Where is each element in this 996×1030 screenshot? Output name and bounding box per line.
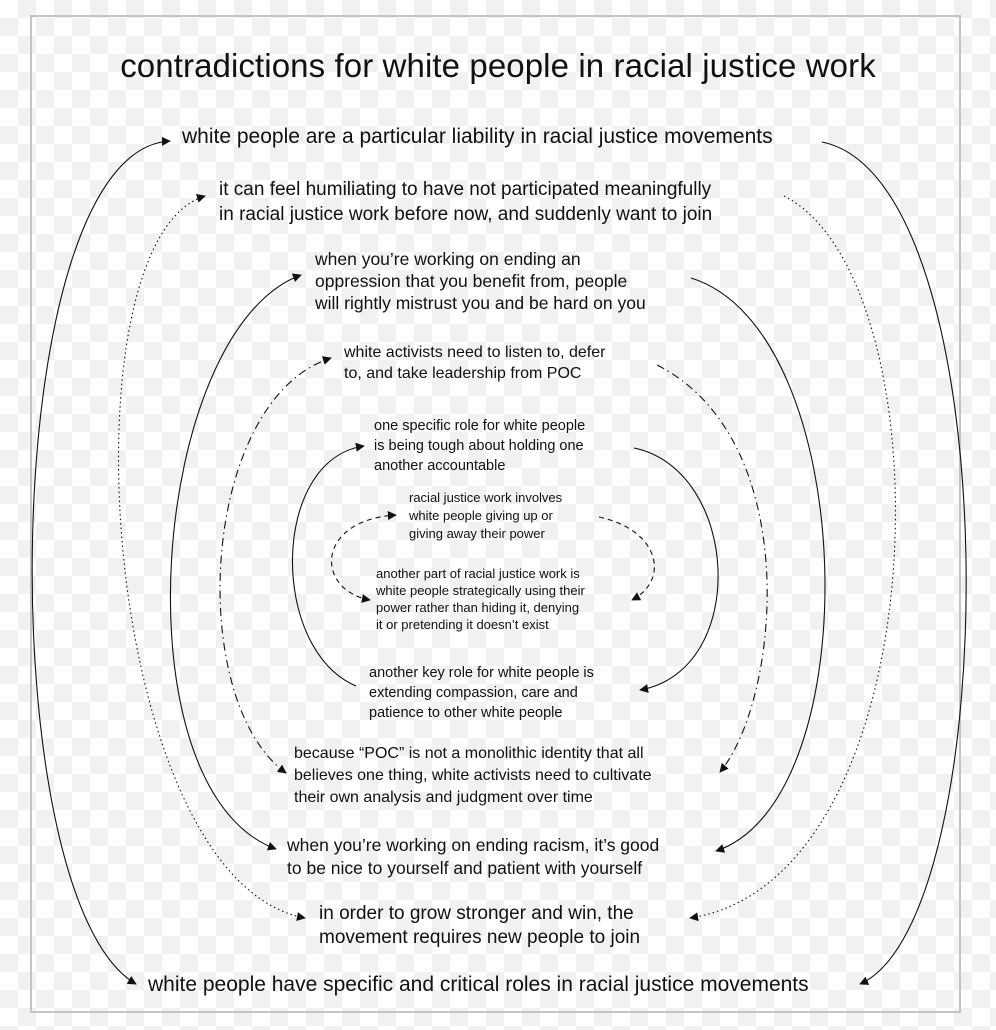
- arrow-left-3-10: [169, 273, 302, 851]
- arrow-right-2-11: [689, 195, 896, 922]
- statement-10: when you’re working on ending racism, it…: [287, 835, 660, 878]
- statement-4: white activists need to listen to, defer…: [344, 344, 606, 382]
- statement-12: white people have specific and critical …: [148, 973, 809, 996]
- statement-9: because “POC” is not a monolithic identi…: [294, 745, 652, 806]
- arrow-right-1-12: [821, 141, 967, 985]
- arrow-left-5-8: [291, 442, 365, 687]
- arrow-right-3-10: [690, 277, 826, 853]
- statement-7: another part of racial justice work is w…: [376, 566, 585, 632]
- statement-11: in order to grow stronger and win, the m…: [319, 903, 641, 948]
- statement-8: another key role for white people is ext…: [369, 665, 594, 721]
- arrow-left-2-11: [117, 194, 306, 921]
- statement-2: it can feel humiliating to have not part…: [219, 179, 713, 225]
- arrow-right-4-9: [656, 364, 768, 773]
- statement-3: when you’re working on ending an oppress…: [315, 249, 646, 313]
- arrow-right-6-7: [598, 516, 655, 601]
- statement-6: racial justice work involves white peopl…: [409, 490, 563, 541]
- statement-1: white people are a particular liability …: [182, 125, 773, 148]
- arrow-left-1-12: [31, 136, 171, 985]
- arrow-right-5-8: [633, 447, 719, 693]
- arrow-left-4-9: [219, 356, 332, 774]
- statement-5: one specific role for white people is be…: [374, 418, 586, 474]
- page-title: contradictions for white people in racia…: [120, 47, 876, 84]
